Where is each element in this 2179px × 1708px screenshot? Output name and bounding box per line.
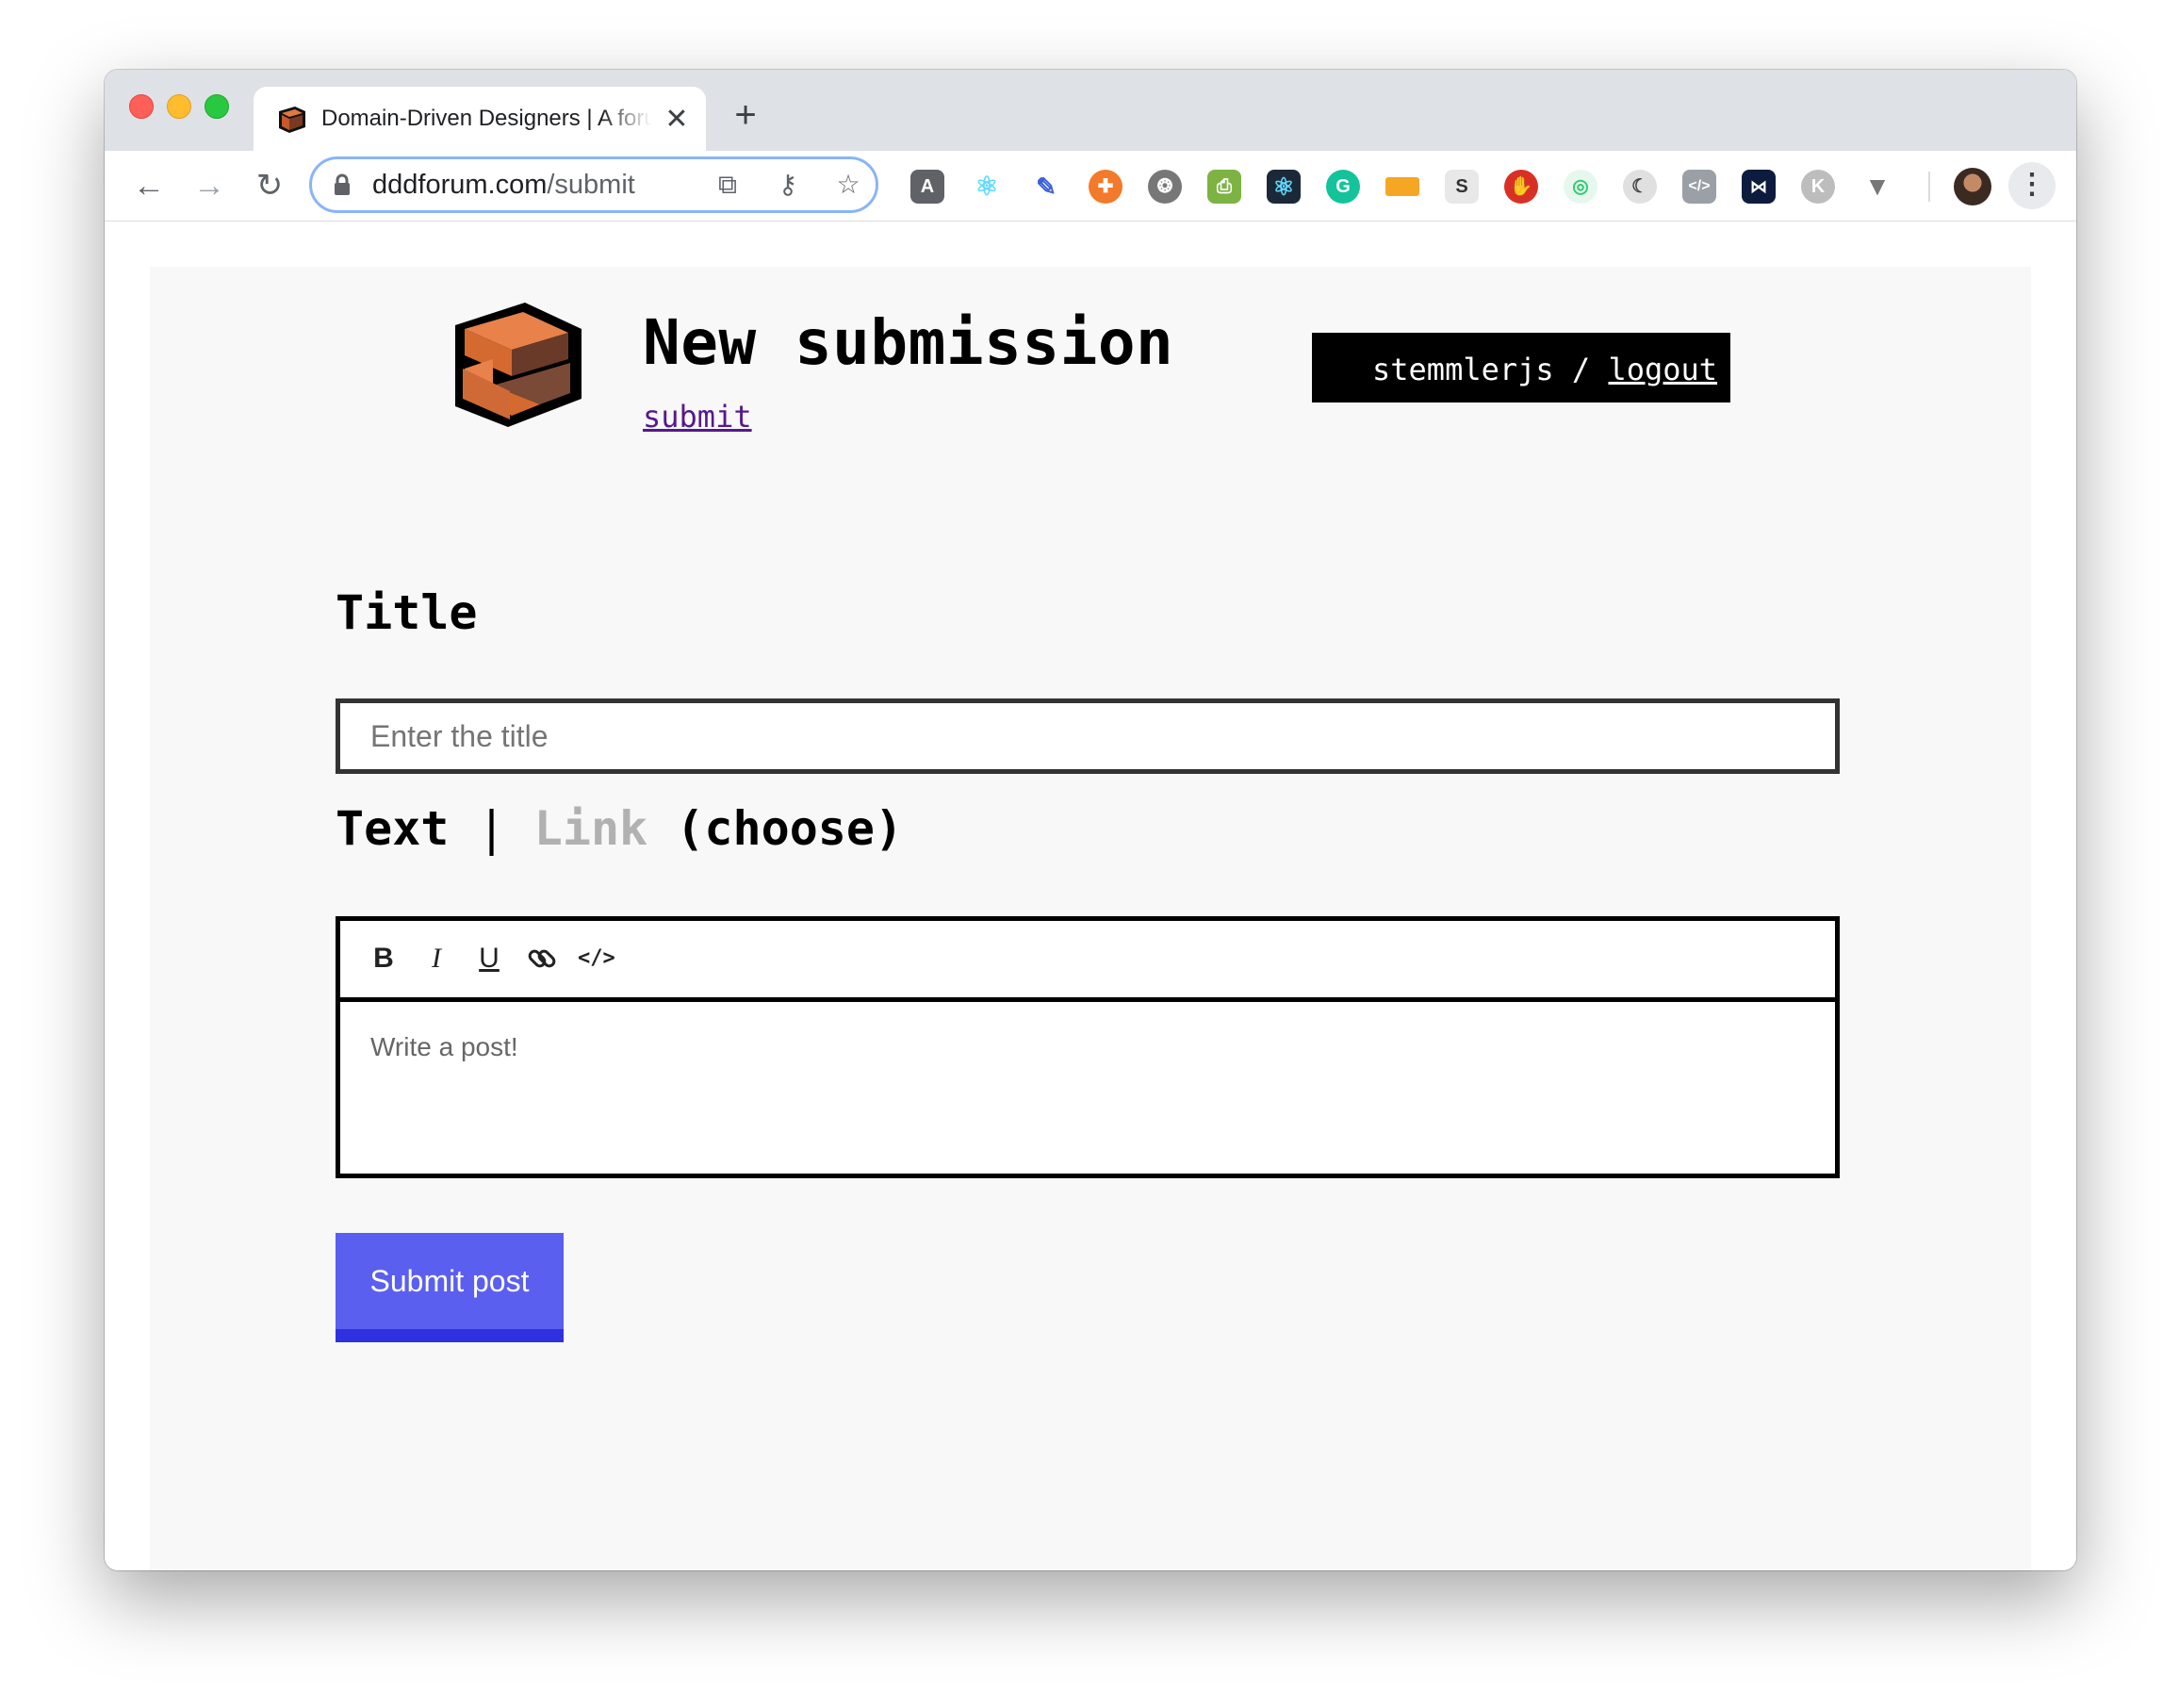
- code-icon[interactable]: </>: [1682, 170, 1716, 204]
- browser-tab-active[interactable]: Domain-Driven Designers | A forum ✕: [254, 87, 706, 151]
- moon-icon[interactable]: ☾: [1623, 170, 1657, 204]
- submit-nav-link[interactable]: submit: [643, 399, 752, 435]
- menu-kebab-icon[interactable]: ⋮: [2008, 162, 2056, 209]
- type-option-link[interactable]: Link: [534, 801, 647, 856]
- dddforum-favicon-icon: [279, 107, 305, 133]
- devtools-icon[interactable]: ⋈: [1742, 170, 1776, 204]
- url-path: /submit: [547, 170, 635, 200]
- target-icon[interactable]: ◎: [1564, 170, 1597, 204]
- user-box: stemmlerjs / logout: [1312, 333, 1730, 402]
- user-separator: /: [1571, 352, 1591, 387]
- s-icon[interactable]: S: [1445, 170, 1479, 204]
- title-input[interactable]: [336, 698, 1840, 774]
- tab-title: Domain-Driven Designers | A forum: [321, 106, 651, 131]
- minimize-window-button[interactable]: [167, 94, 191, 119]
- close-tab-icon[interactable]: ✕: [663, 106, 691, 134]
- install-app-icon[interactable]: ⧉: [712, 169, 744, 201]
- underline-icon[interactable]: U: [472, 942, 506, 976]
- logout-link[interactable]: logout: [1608, 352, 1717, 387]
- username[interactable]: stemmlerjs: [1372, 352, 1554, 387]
- type-choose-hint: (choose): [676, 801, 904, 856]
- close-window-button[interactable]: [129, 94, 154, 119]
- k-icon[interactable]: K: [1801, 170, 1835, 204]
- title-label: Title: [336, 585, 478, 640]
- zoom-window-button[interactable]: [205, 94, 229, 119]
- analytics-icon[interactable]: [1385, 177, 1419, 196]
- lock-icon: [335, 173, 350, 195]
- page-viewport: New submission submit stemmlerjs / logou…: [105, 222, 2076, 1570]
- help-lifebuoy-icon[interactable]: ✚: [1089, 170, 1122, 204]
- editor-placeholder[interactable]: Write a post!: [370, 1032, 518, 1062]
- angular-icon[interactable]: A: [910, 170, 944, 204]
- url-host: dddforum.com: [372, 170, 548, 200]
- color-picker-icon[interactable]: ✎: [1029, 170, 1063, 204]
- page-content: New submission submit stemmlerjs / logou…: [150, 267, 2031, 1570]
- post-editor: B I U </> Write a post!: [336, 916, 1840, 1178]
- back-arrow-icon[interactable]: ←: [131, 168, 167, 204]
- post-type-selector: Text | Link (choose): [336, 801, 903, 856]
- type-option-text[interactable]: Text: [336, 801, 449, 856]
- bookmark-star-icon[interactable]: ☆: [832, 169, 864, 201]
- forward-arrow-icon[interactable]: →: [191, 168, 227, 204]
- toolbar-divider: [1928, 172, 1930, 202]
- browser-window: Domain-Driven Designers | A forum ✕ + ← …: [105, 70, 2076, 1570]
- reload-icon[interactable]: ↻: [252, 168, 287, 204]
- address-bar[interactable]: dddforum.com/submit ⧉ ⚷ ☆: [309, 156, 878, 213]
- password-key-icon[interactable]: ⚷: [772, 169, 804, 201]
- italic-icon[interactable]: I: [419, 942, 453, 976]
- adblock-icon[interactable]: ✋: [1504, 170, 1538, 204]
- submit-post-button[interactable]: Submit post: [336, 1233, 564, 1342]
- vue-icon[interactable]: ▼: [1860, 170, 1894, 204]
- browser-toolbar: ← → ↻ dddforum.com/submit ⧉ ⚷ ☆ A ⚛ ✎ ✚ …: [105, 151, 2076, 222]
- type-separator: |: [477, 801, 506, 856]
- bold-icon[interactable]: B: [367, 942, 401, 976]
- react-icon[interactable]: ⚛: [1267, 170, 1301, 204]
- tab-strip: Domain-Driven Designers | A forum ✕ +: [105, 70, 2076, 151]
- dddforum-logo[interactable]: [450, 301, 587, 429]
- new-tab-button[interactable]: +: [727, 96, 764, 136]
- film-icon[interactable]: ❂: [1148, 170, 1182, 204]
- code-icon[interactable]: </>: [578, 942, 615, 976]
- page-title: New submission: [643, 306, 1174, 379]
- grammarly-icon[interactable]: G: [1326, 170, 1360, 204]
- url-text: dddforum.com/submit: [372, 170, 635, 201]
- profile-avatar[interactable]: [1954, 168, 1991, 205]
- react-devtools-icon[interactable]: ⚛: [970, 170, 1004, 204]
- printer-icon[interactable]: ⎙: [1207, 170, 1241, 204]
- editor-toolbar: B I U </>: [340, 921, 1835, 1002]
- link-icon[interactable]: [525, 942, 559, 976]
